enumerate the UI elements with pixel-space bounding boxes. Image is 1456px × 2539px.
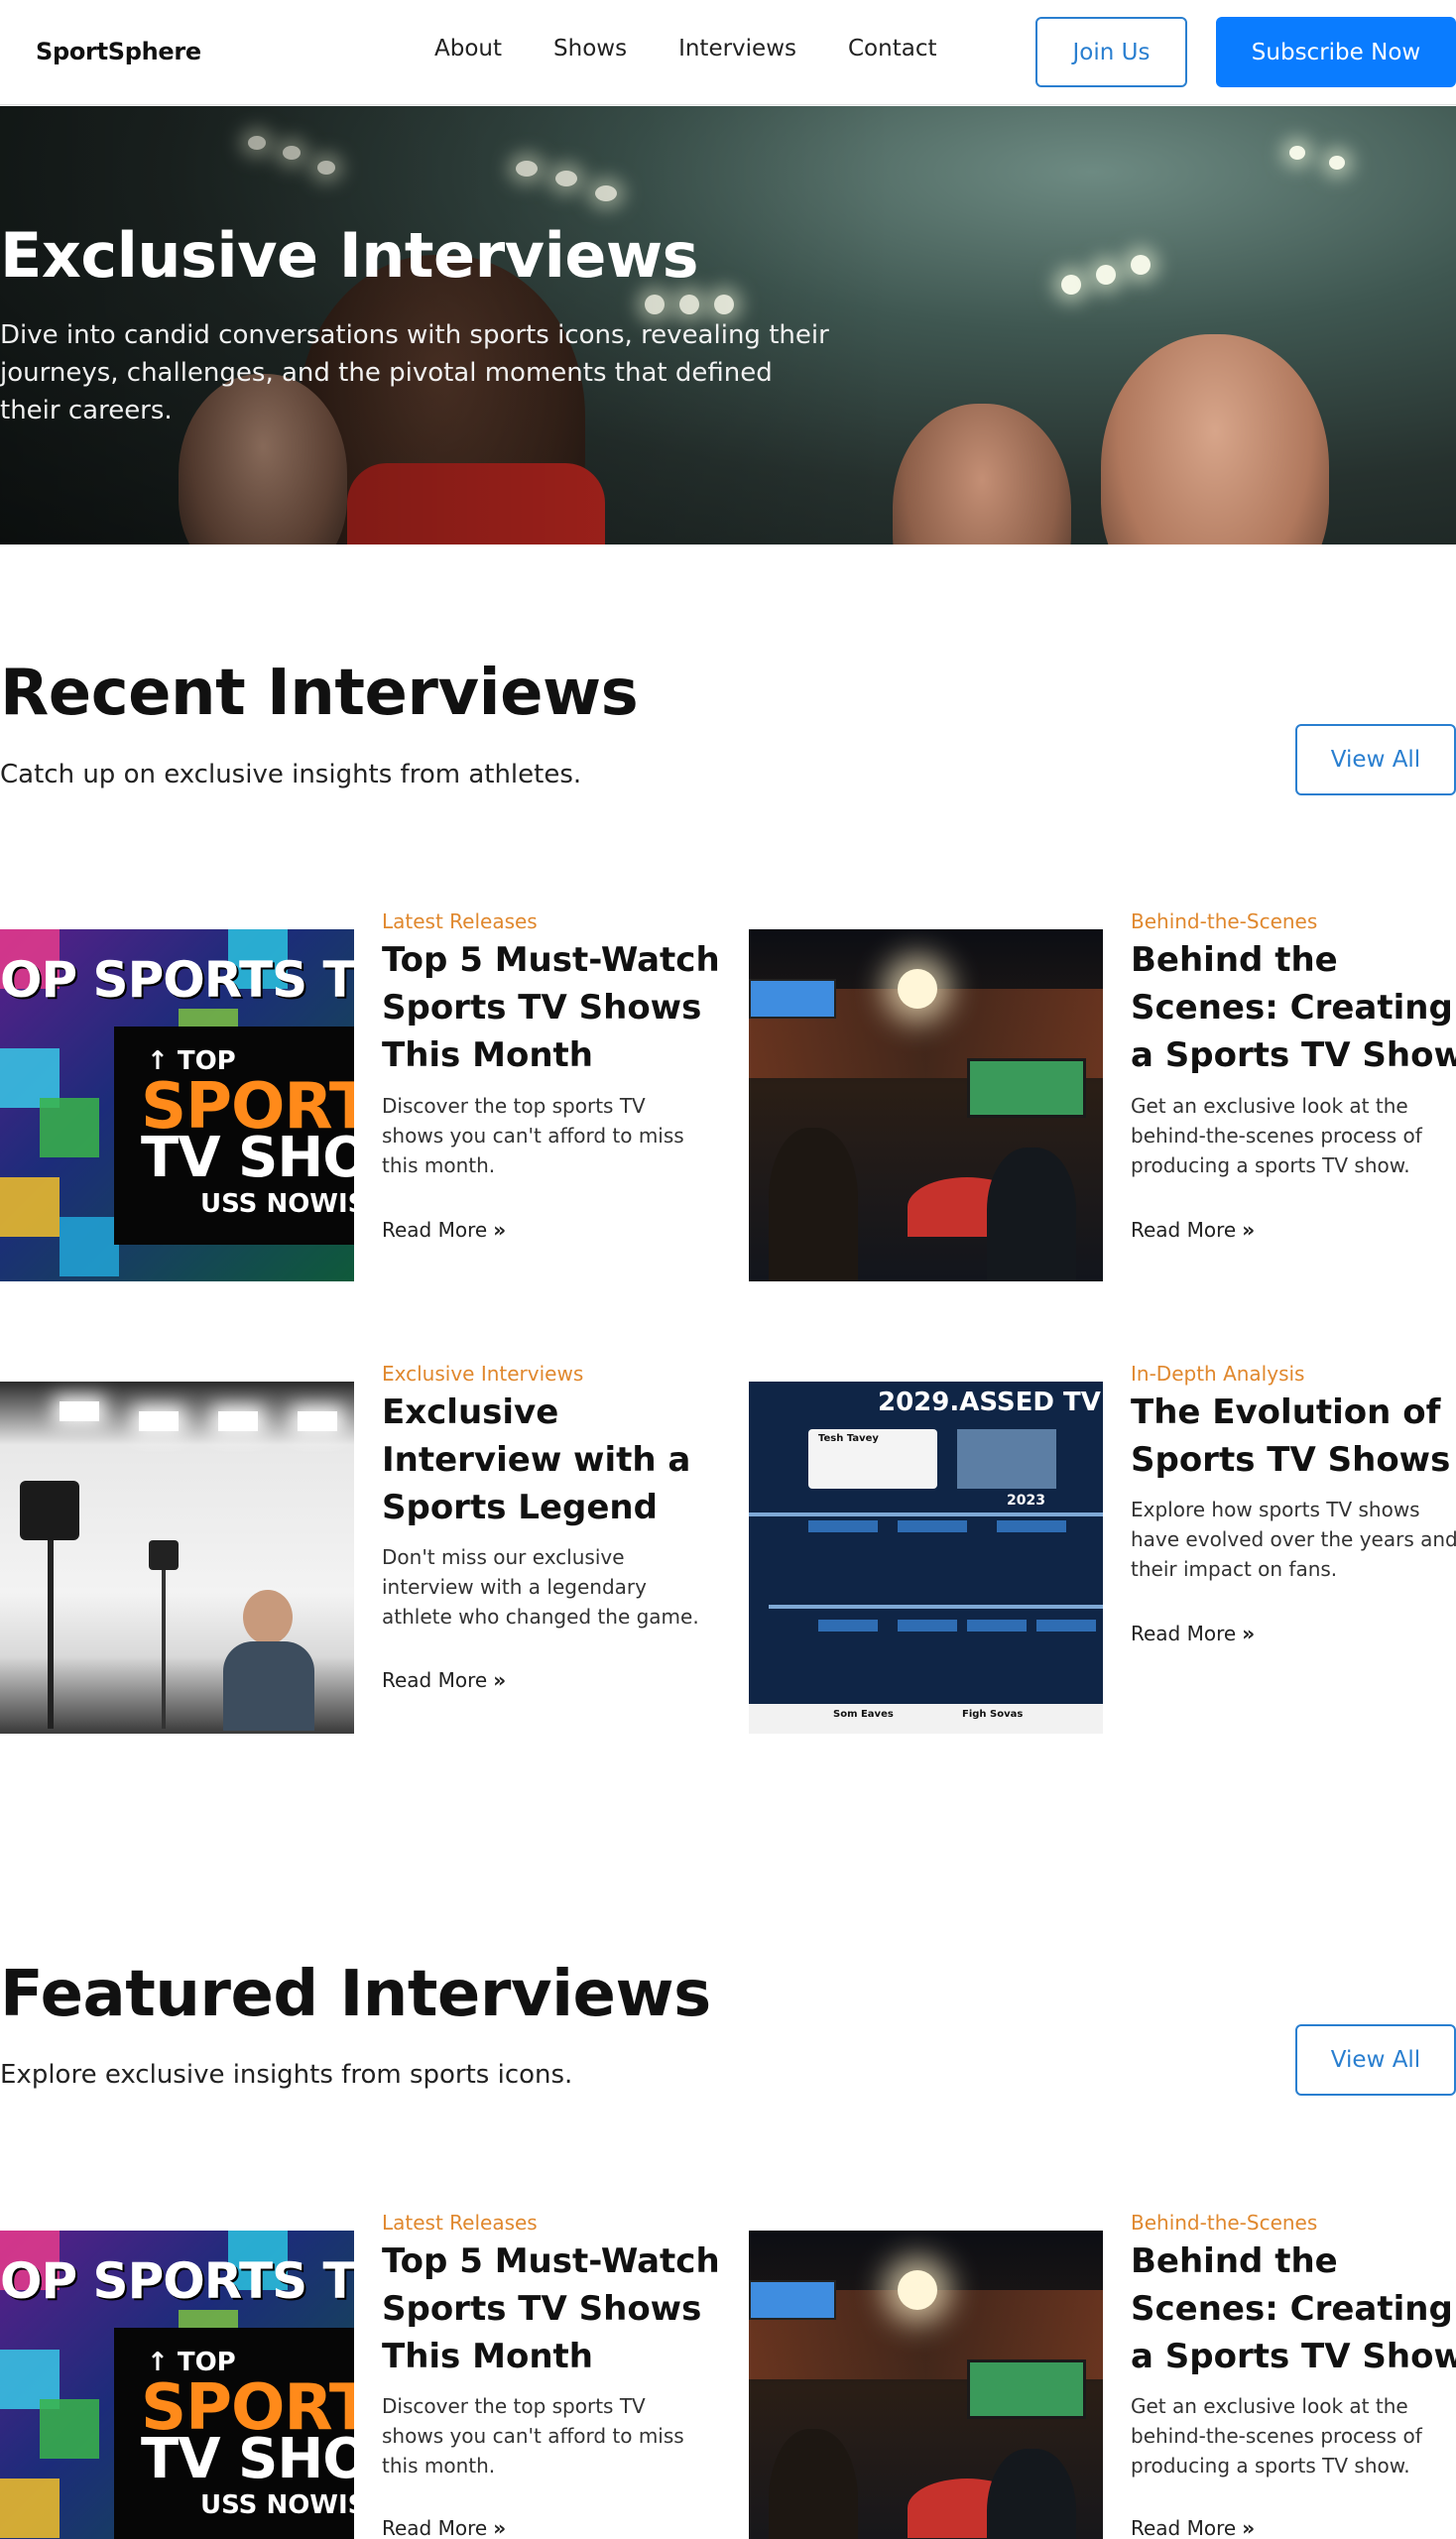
double-chevron-right-icon: »	[493, 1668, 507, 1692]
infographic-name: Tesh Tavey	[818, 1433, 879, 1444]
sports-tv-poster-image[interactable]: OP SPORTS TV S ↑ TOP SPORT TV SHOW USS N…	[0, 929, 354, 1281]
double-chevron-right-icon: »	[1242, 1218, 1256, 1242]
poster-text: USS NOWIS	[200, 1189, 354, 1219]
subscribe-now-button[interactable]: Subscribe Now	[1216, 17, 1456, 87]
poster-text: USS NOWIS	[200, 2490, 354, 2520]
card-title[interactable]: Behind the Scenes: Creating a Sports TV …	[1131, 2237, 1456, 2380]
read-more-label: Read More	[1131, 2516, 1237, 2539]
tv-studio-image[interactable]	[749, 2231, 1103, 2539]
card-title[interactable]: Exclusive Interview with a Sports Legend	[382, 1389, 724, 1531]
infographic-name: Som Eaves	[833, 1709, 894, 1720]
poster-top-text: OP SPORTS TV S	[0, 2252, 354, 2310]
poster-top-text: OP SPORTS TV S	[0, 951, 354, 1009]
infographic-year: 2023	[1007, 1493, 1045, 1509]
poster-text: TV SHOW	[141, 1126, 354, 1190]
hero-title: Exclusive Interviews	[0, 219, 699, 292]
double-chevron-right-icon: »	[1242, 1622, 1256, 1645]
nav-link-shows[interactable]: Shows	[553, 36, 627, 61]
read-more-link[interactable]: Read More»	[382, 1668, 506, 1692]
infographic-name: Figh Sovas	[962, 1709, 1024, 1720]
card-description: Explore how sports TV shows have evolved…	[1131, 1498, 1456, 1581]
card-tag[interactable]: Latest Releases	[382, 2211, 538, 2235]
read-more-link[interactable]: Read More»	[382, 1218, 506, 1242]
hero-banner: Exclusive Interviews Dive into candid co…	[0, 106, 1456, 544]
card-tag[interactable]: Latest Releases	[382, 909, 538, 933]
view-all-button[interactable]: View All	[1295, 724, 1456, 795]
card-title[interactable]: Top 5 Must-Watch Sports TV Shows This Mo…	[382, 2237, 724, 2380]
nav-link-contact[interactable]: Contact	[848, 36, 936, 61]
read-more-link[interactable]: Read More»	[1131, 1218, 1255, 1242]
card-tag[interactable]: Behind-the-Scenes	[1131, 2211, 1317, 2235]
join-us-button[interactable]: Join Us	[1035, 17, 1187, 87]
card-tag[interactable]: Exclusive Interviews	[382, 1362, 583, 1386]
nav-link-about[interactable]: About	[434, 36, 502, 61]
card-description: Don't miss our exclusive interview with …	[382, 1545, 699, 1629]
read-more-label: Read More	[1131, 1218, 1237, 1242]
read-more-label: Read More	[382, 2516, 488, 2539]
section-subtitle: Explore exclusive insights from sports i…	[0, 2060, 573, 2090]
hero-subtitle: Dive into candid conversations with spor…	[0, 320, 829, 425]
card-tag[interactable]: In-Depth Analysis	[1131, 1362, 1304, 1386]
read-more-link[interactable]: Read More»	[382, 2516, 506, 2539]
infographic-header: 2029.ASSED TV + H	[878, 1388, 1103, 1417]
read-more-label: Read More	[1131, 1622, 1237, 1645]
interview-room-image[interactable]	[0, 1382, 354, 1734]
spectator-figure	[893, 404, 1071, 544]
card-title[interactable]: Top 5 Must-Watch Sports TV Shows This Mo…	[382, 936, 724, 1079]
section-title: Recent Interviews	[0, 657, 639, 730]
card-tag[interactable]: Behind-the-Scenes	[1131, 909, 1317, 933]
double-chevron-right-icon: »	[493, 2516, 507, 2539]
card-description: Get an exclusive look at the behind-the-…	[1131, 1094, 1422, 1177]
card-description: Discover the top sports TV shows you can…	[382, 1094, 684, 1177]
double-chevron-right-icon: »	[493, 1218, 507, 1242]
tv-studio-image[interactable]	[749, 929, 1103, 1281]
read-more-label: Read More	[382, 1218, 488, 1242]
card-description: Get an exclusive look at the behind-the-…	[1131, 2394, 1422, 2478]
site-logo[interactable]: SportSphere	[36, 38, 201, 65]
nav-links: About Shows Interviews Contact	[434, 36, 988, 61]
top-nav: SportSphere About Shows Interviews Conta…	[0, 0, 1456, 105]
read-more-link[interactable]: Read More»	[1131, 1622, 1255, 1645]
poster-text: TV SHOW	[141, 2427, 354, 2491]
view-all-button[interactable]: View All	[1295, 2024, 1456, 2096]
card-title[interactable]: The Evolution of Sports TV Shows	[1131, 1389, 1456, 1484]
sports-tv-poster-image[interactable]: OP SPORTS TV S ↑ TOP SPORT TV SHOW USS N…	[0, 2231, 354, 2539]
card-description: Discover the top sports TV shows you can…	[382, 2394, 684, 2478]
section-subtitle: Catch up on exclusive insights from athl…	[0, 760, 582, 789]
nav-link-interviews[interactable]: Interviews	[678, 36, 796, 61]
read-more-link[interactable]: Read More»	[1131, 2516, 1255, 2539]
card-title[interactable]: Behind the Scenes: Creating a Sports TV …	[1131, 936, 1456, 1079]
read-more-label: Read More	[382, 1668, 488, 1692]
double-chevron-right-icon: »	[1242, 2516, 1256, 2539]
timeline-infographic-image[interactable]: 2029.ASSED TV + H Tesh Tavey 2023 Som Ea…	[749, 1382, 1103, 1734]
section-title: Featured Interviews	[0, 1958, 711, 2031]
spectator-figure	[1101, 334, 1329, 544]
